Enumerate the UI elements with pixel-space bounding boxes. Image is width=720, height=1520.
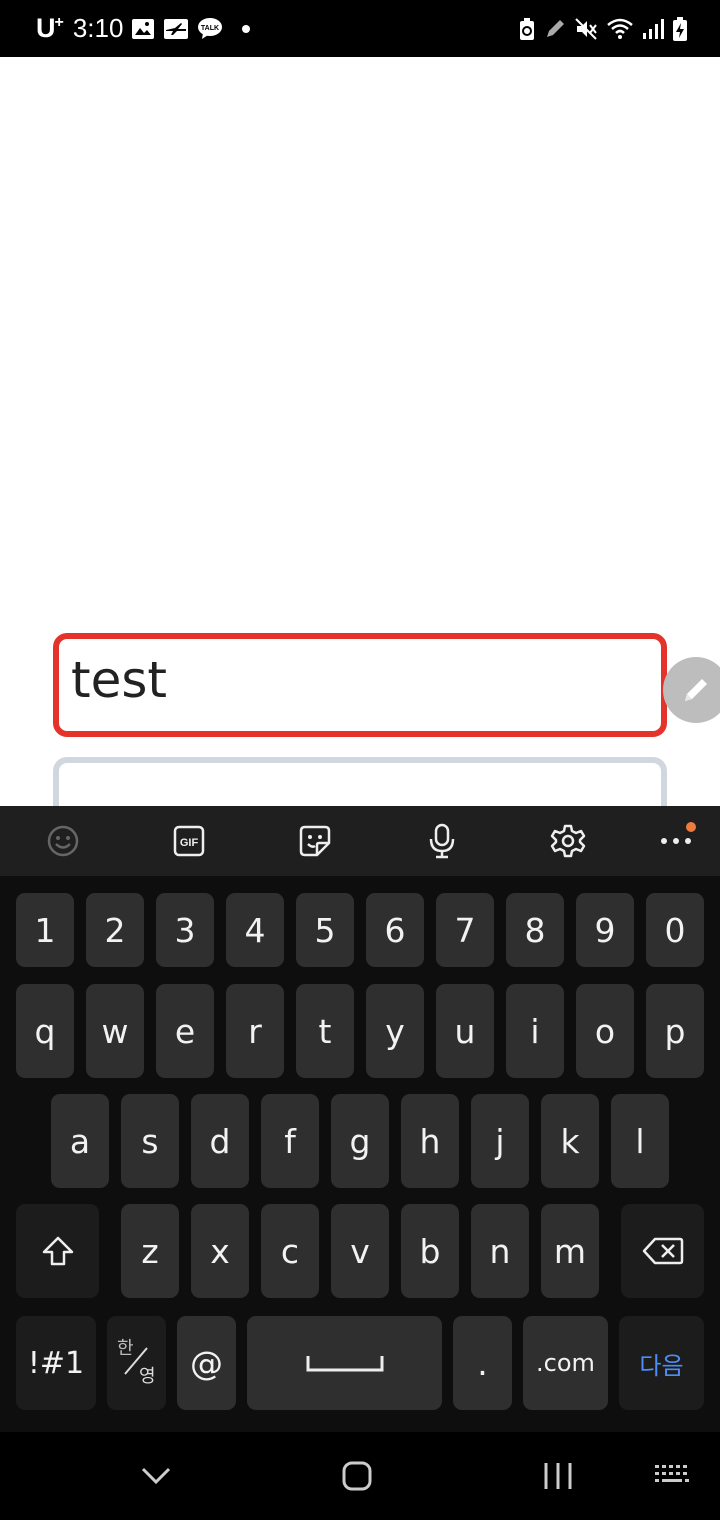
period-key[interactable]: . (453, 1316, 512, 1410)
key-v[interactable]: v (331, 1204, 389, 1298)
space-key[interactable] (247, 1316, 442, 1410)
key-k[interactable]: k (541, 1094, 599, 1188)
battery-saver-icon (518, 17, 536, 41)
next-key[interactable]: 다음 (619, 1316, 704, 1410)
key-g[interactable]: g (331, 1094, 389, 1188)
signal-icon (642, 18, 664, 40)
key-7[interactable]: 7 (436, 893, 494, 967)
key-2[interactable]: 2 (86, 893, 144, 967)
keyboard-icon (655, 1465, 689, 1482)
keyboard-toolbar: GIF (0, 806, 720, 876)
key-t[interactable]: t (296, 984, 354, 1078)
key-a[interactable]: a (51, 1094, 109, 1188)
key-w[interactable]: w (86, 984, 144, 1078)
edit-button[interactable] (663, 657, 720, 723)
key-f[interactable]: f (261, 1094, 319, 1188)
navigation-bar (0, 1432, 720, 1520)
svg-text:TALK: TALK (201, 25, 219, 32)
key-c[interactable]: c (261, 1204, 319, 1298)
keyboard-switch-button[interactable] (633, 1446, 713, 1506)
backspace-icon (642, 1237, 683, 1265)
key-p[interactable]: p (646, 984, 704, 1078)
wifi-icon (606, 17, 634, 41)
gallery-icon (131, 18, 155, 40)
talk-icon: TALK (197, 17, 223, 41)
back-button[interactable] (116, 1446, 196, 1506)
key-9[interactable]: 9 (576, 893, 634, 967)
app-content: test (0, 57, 720, 806)
mute-icon (574, 17, 598, 41)
airplane-app-icon (163, 18, 189, 40)
battery-charging-icon (672, 16, 688, 42)
key-h[interactable]: h (401, 1094, 459, 1188)
key-4[interactable]: 4 (226, 893, 284, 967)
keyboard: GIF 1 2 3 4 5 6 7 8 9 0 q w e r t y u i … (0, 806, 720, 1432)
microphone-icon (429, 823, 455, 859)
text-field-second[interactable] (53, 757, 667, 806)
svg-text:GIF: GIF (180, 837, 199, 849)
text-field-focused[interactable]: test (53, 633, 667, 737)
space-icon (306, 1356, 383, 1372)
home-icon (342, 1461, 372, 1491)
key-3[interactable]: 3 (156, 893, 214, 967)
key-6[interactable]: 6 (366, 893, 424, 967)
more-icon (661, 838, 691, 844)
pen-icon (544, 18, 566, 40)
sticker-button[interactable] (287, 814, 343, 868)
status-bar: U+ 3:10 TALK (0, 0, 720, 57)
notification-dot (686, 822, 696, 832)
emoji-icon (47, 825, 79, 857)
key-b[interactable]: b (401, 1204, 459, 1298)
key-y[interactable]: y (366, 984, 424, 1078)
more-button[interactable] (648, 814, 704, 868)
carrier-label: U+ (36, 13, 64, 43)
lang-english-label: 영 (139, 1366, 156, 1387)
key-0[interactable]: 0 (646, 893, 704, 967)
settings-button[interactable] (540, 814, 596, 868)
key-x[interactable]: x (191, 1204, 249, 1298)
key-i[interactable]: i (506, 984, 564, 1078)
dot-icon (241, 24, 251, 34)
gif-button[interactable]: GIF (161, 814, 217, 868)
key-q[interactable]: q (16, 984, 74, 1078)
gear-icon (550, 824, 586, 858)
key-1[interactable]: 1 (16, 893, 74, 967)
key-u[interactable]: u (436, 984, 494, 1078)
key-z[interactable]: z (121, 1204, 179, 1298)
clock: 3:10 (72, 13, 124, 43)
text-field-value: test (71, 651, 168, 709)
home-button[interactable] (317, 1446, 397, 1506)
emoji-button[interactable] (35, 814, 91, 868)
key-5[interactable]: 5 (296, 893, 354, 967)
shift-key[interactable] (16, 1204, 99, 1298)
key-s[interactable]: s (121, 1094, 179, 1188)
key-n[interactable]: n (471, 1204, 529, 1298)
dotcom-key[interactable]: .com (523, 1316, 608, 1410)
recents-icon (544, 1463, 572, 1489)
status-left: U+ 3:10 TALK (36, 0, 251, 57)
pencil-icon (685, 679, 707, 701)
key-r[interactable]: r (226, 984, 284, 1078)
key-m[interactable]: m (541, 1204, 599, 1298)
key-d[interactable]: d (191, 1094, 249, 1188)
recents-button[interactable] (518, 1446, 598, 1506)
status-right (518, 0, 688, 57)
shift-icon (42, 1236, 73, 1266)
key-8[interactable]: 8 (506, 893, 564, 967)
microphone-button[interactable] (414, 814, 470, 868)
key-e[interactable]: e (156, 984, 214, 1078)
key-l[interactable]: l (611, 1094, 669, 1188)
symbols-key[interactable]: !#1 (16, 1316, 96, 1410)
key-j[interactable]: j (471, 1094, 529, 1188)
sticker-icon (299, 825, 331, 857)
gif-icon: GIF (173, 825, 205, 857)
backspace-key[interactable] (621, 1204, 704, 1298)
chevron-down-icon (141, 1467, 171, 1485)
key-o[interactable]: o (576, 984, 634, 1078)
at-key[interactable]: @ (177, 1316, 236, 1410)
language-switch-key[interactable]: 한 영 (107, 1316, 166, 1410)
